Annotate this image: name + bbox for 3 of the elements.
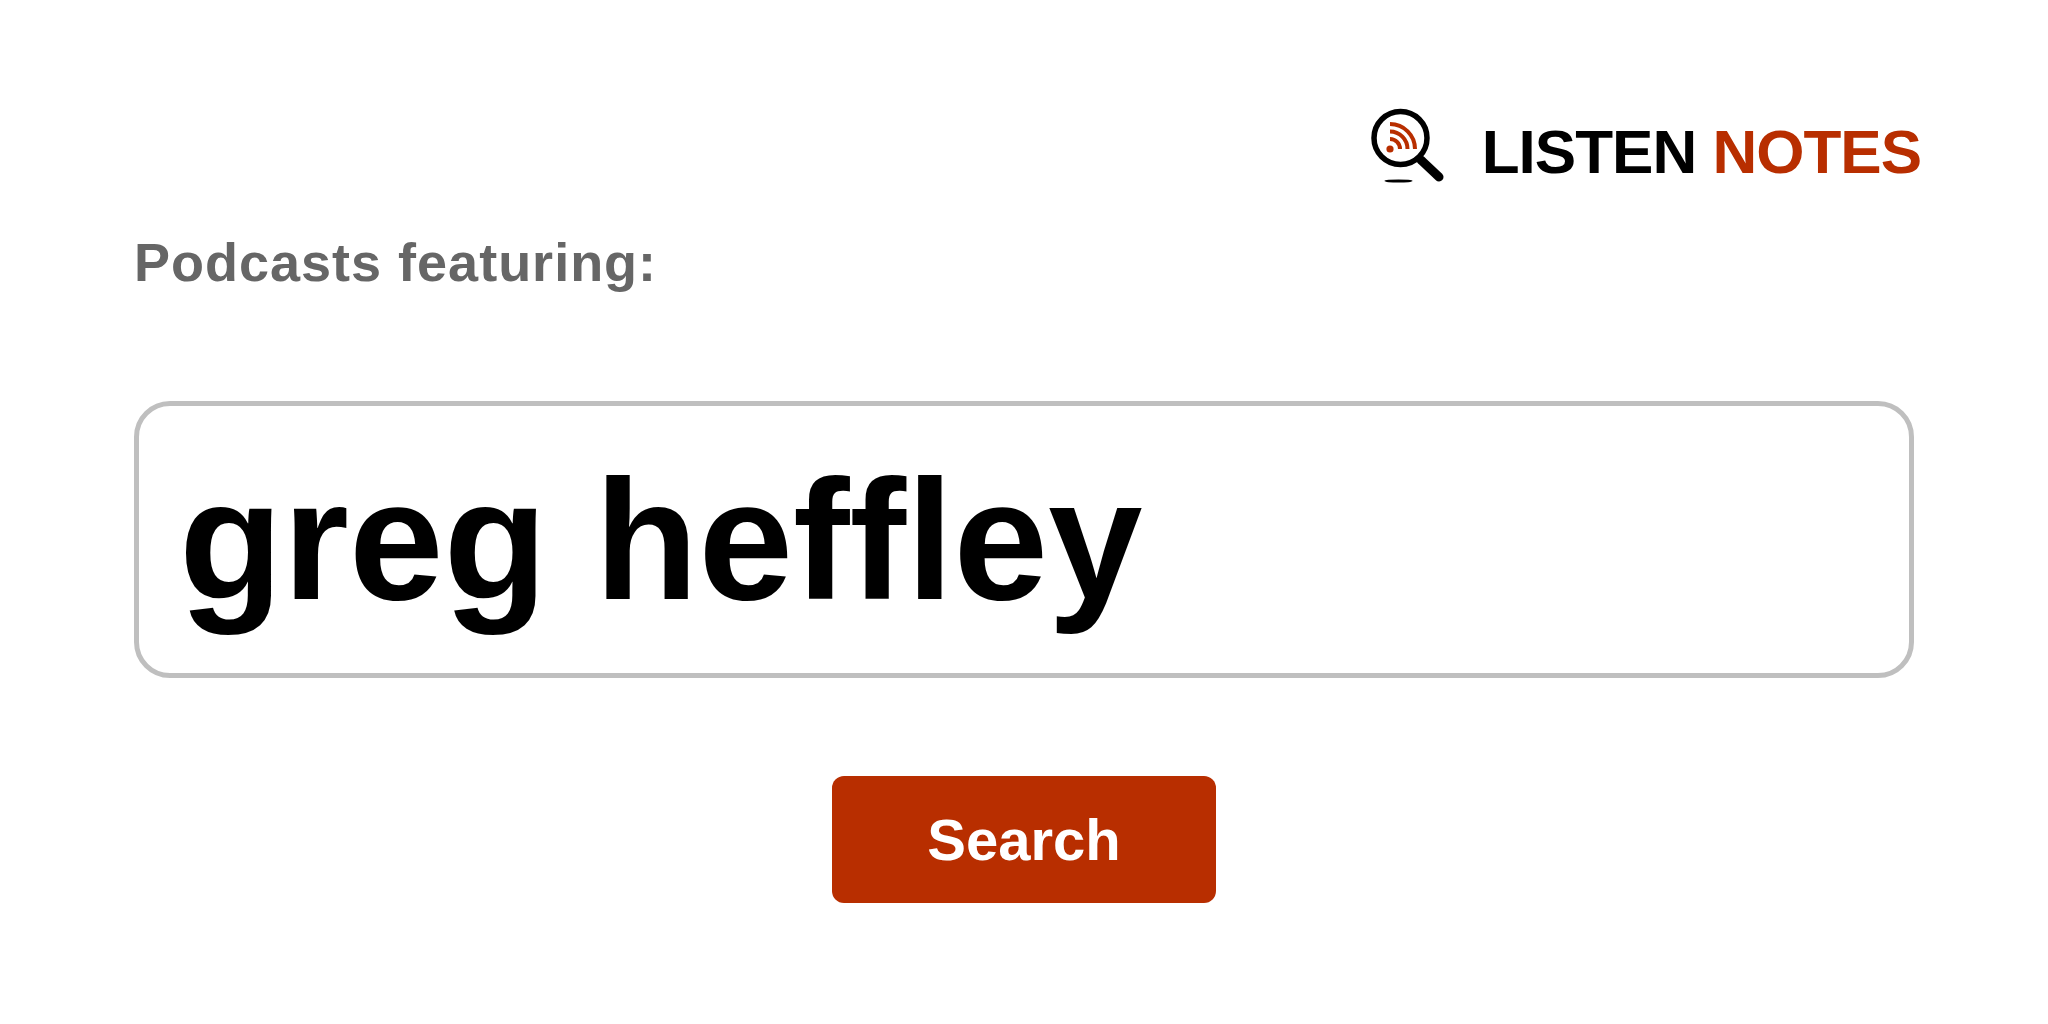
search-button[interactable]: Search — [832, 776, 1216, 903]
logo-wordmark: LISTEN NOTES — [1481, 121, 1921, 183]
search-field[interactable]: greg heffley — [134, 401, 1914, 678]
